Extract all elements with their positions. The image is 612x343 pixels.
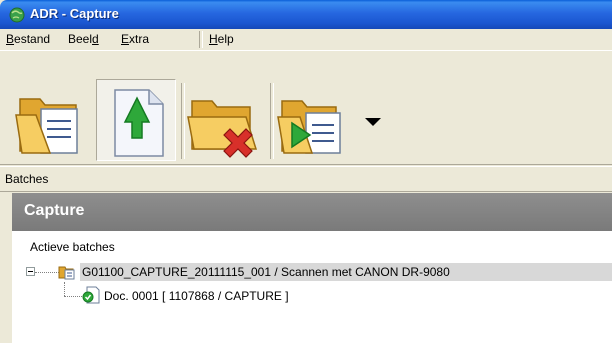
batch-name: G01100_CAPTURE_20111115_001 / Scannen me… (82, 265, 450, 279)
section-label: Actieve batches (30, 240, 115, 254)
window-title: ADR - Capture (30, 6, 119, 21)
menu-help[interactable]: Help (209, 32, 234, 46)
menu-bar: Bestand Beeld Extra Help (0, 29, 612, 51)
batch-folder-icon (58, 266, 75, 280)
application-window: ADR - Capture Bestand Beeld Extra Help B… (0, 0, 612, 343)
tree-connector (64, 282, 65, 296)
delete-batch-button[interactable] (186, 79, 266, 161)
collapse-toggle[interactable] (26, 267, 35, 276)
app-globe-icon (9, 7, 25, 23)
delete-folder-icon (187, 100, 258, 158)
menu-beeld[interactable]: Beeld (68, 32, 99, 46)
process-folder-icon (277, 100, 341, 154)
batches-bar[interactable]: Batches (0, 166, 612, 192)
tree-connector (35, 272, 59, 273)
menu-separator (199, 31, 203, 48)
tree-item-batch[interactable]: G01100_CAPTURE_20111115_001 / Scannen me… (80, 263, 612, 281)
process-batch-button[interactable] (276, 79, 356, 161)
menu-extra[interactable]: Extra (121, 32, 149, 46)
tree-item-document[interactable]: Doc. 0001 [ 1107868 / CAPTURE ] (104, 289, 289, 303)
toolbar-separator (270, 83, 274, 159)
menu-bestand[interactable]: Bestand (6, 32, 50, 46)
open-batch-folder-icon (15, 98, 78, 154)
toolbar-separator (181, 83, 185, 159)
title-bar[interactable]: ADR - Capture (0, 0, 612, 29)
upload-document-button[interactable] (96, 79, 176, 161)
open-batch-button[interactable] (14, 79, 94, 161)
triangle-down-icon[interactable] (364, 116, 382, 128)
document-check-icon (82, 286, 100, 304)
upload-document-icon (114, 89, 164, 157)
panel-title: Capture (24, 202, 85, 219)
capture-panel: Capture Actieve batches G01100_CAPTURE_2… (12, 193, 612, 343)
panel-header: Capture (12, 193, 612, 231)
batches-label: Batches (5, 172, 49, 186)
toolbar (0, 51, 612, 165)
tree-connector (64, 296, 82, 297)
